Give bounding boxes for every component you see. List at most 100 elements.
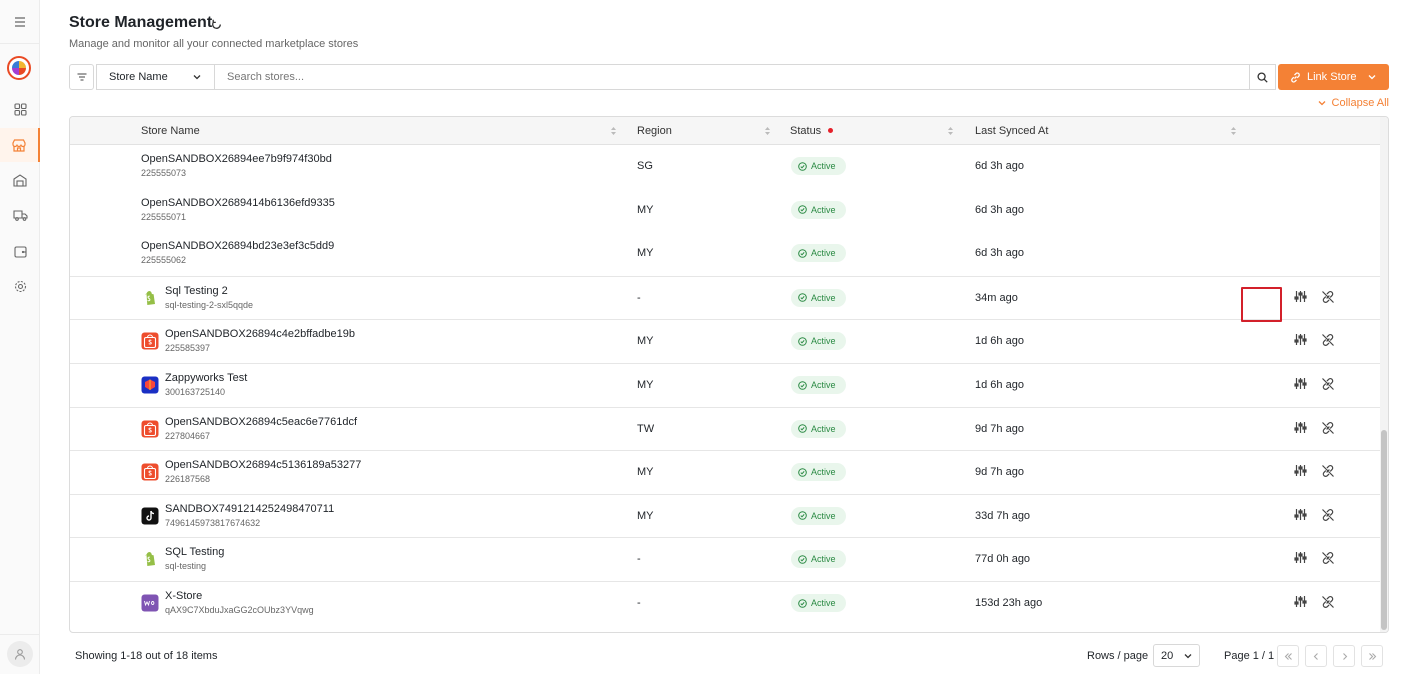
last-synced: 33d 7h ago: [975, 509, 1031, 522]
table-row[interactable]: OpenSANDBOX26894ee7b9f974f30bd 225555073 S…: [70, 145, 1382, 189]
rows-per-page-select[interactable]: 20: [1153, 644, 1200, 667]
sidebar-item-settings[interactable]: [0, 269, 40, 303]
column-header-region[interactable]: Region: [637, 125, 672, 137]
last-page-button[interactable]: [1361, 645, 1383, 667]
chevron-down-icon: [1318, 101, 1325, 106]
unlink-icon: [1322, 290, 1334, 303]
store-region: MY: [637, 379, 654, 391]
status-badge: Active: [791, 332, 846, 351]
last-synced: 153d 23h ago: [975, 597, 1043, 609]
store-settings-button[interactable]: [1294, 290, 1307, 306]
store-id: 300163725140: [165, 387, 226, 397]
status-label: Active: [811, 292, 836, 303]
table-scrollbar[interactable]: [1380, 117, 1388, 632]
unlink-icon: [1322, 421, 1334, 434]
sort-icon[interactable]: [947, 126, 954, 136]
status-label: Active: [811, 554, 836, 565]
sidebar-item-warehouse[interactable]: [0, 163, 40, 197]
store-region: MY: [637, 466, 654, 479]
sidebar-item-stores[interactable]: [0, 128, 40, 162]
status-label: Active: [811, 380, 836, 390]
store-settings-button[interactable]: [1294, 377, 1307, 393]
table-row[interactable]: OpenSANDBOX26894bd23e3ef3c5dd9 225555062 M…: [70, 232, 1382, 276]
prev-page-button[interactable]: [1305, 645, 1327, 667]
search-icon: [1257, 71, 1268, 83]
unlink-store-button[interactable]: [1321, 290, 1335, 307]
table-row[interactable]: SANDBOX7491214252498470711 74961459738176…: [70, 493, 1382, 538]
chevron-left-icon: [1313, 652, 1318, 660]
table-row[interactable]: X-Store qAX9C7XbduJxaGG2cOUbz3YVqwg - Activ…: [70, 581, 1382, 625]
store-name: OpenSANDBOX26894c5136189a53277: [165, 459, 362, 472]
sliders-icon: [1294, 378, 1307, 389]
collapse-all-button[interactable]: Collapse All: [1317, 97, 1389, 109]
check-circle-icon: [798, 248, 807, 258]
search-field-select[interactable]: Store Name: [96, 64, 214, 90]
sidebar-item-shipping[interactable]: [0, 198, 40, 232]
store-icon: [12, 138, 26, 152]
status-badge: Active: [791, 244, 846, 263]
unlink-store-button[interactable]: [1321, 551, 1335, 568]
search-button[interactable]: [1250, 64, 1276, 90]
gear-icon: [14, 280, 26, 292]
search-input[interactable]: [214, 64, 1250, 90]
store-id: 225555073: [141, 168, 187, 178]
store-settings-button[interactable]: [1294, 464, 1307, 480]
column-header-store-name[interactable]: Store Name: [141, 125, 200, 137]
menu-toggle[interactable]: [0, 0, 39, 44]
sort-icon[interactable]: [1230, 126, 1237, 136]
store-region: -: [637, 553, 641, 566]
sort-icon[interactable]: [764, 126, 771, 136]
collapse-all-label: Collapse All: [1331, 97, 1389, 109]
store-settings-button[interactable]: [1294, 595, 1307, 611]
table-row[interactable]: OpenSANDBOX26894c4e2bffadbe19b 225585397 M…: [70, 319, 1382, 363]
scrollbar-thumb[interactable]: [1381, 430, 1387, 630]
tiktok-icon: [141, 507, 159, 525]
store-settings-button[interactable]: [1294, 333, 1307, 349]
table-row[interactable]: OpenSANDBOX26894c5136189a53277 226187568 M…: [70, 450, 1382, 494]
unlink-store-button[interactable]: [1321, 464, 1335, 481]
first-page-button[interactable]: [1277, 645, 1299, 667]
unlink-icon: [1322, 596, 1334, 608]
filter-button[interactable]: [69, 64, 94, 90]
user-avatar[interactable]: [7, 641, 33, 667]
refresh-button[interactable]: [211, 17, 222, 35]
table-row[interactable]: OpenSANDBOX26894c5eac6e7761dcf 227804667 T…: [70, 406, 1382, 451]
wallet-icon: [13, 245, 27, 258]
status-badge: Active: [791, 506, 846, 525]
store-settings-button[interactable]: [1294, 551, 1307, 567]
store-region: MY: [637, 203, 654, 216]
store-name: Sql Testing 2: [165, 284, 228, 297]
sidebar-item-dashboard[interactable]: [0, 92, 40, 126]
unlink-store-button[interactable]: [1321, 508, 1335, 525]
column-header-status[interactable]: Status: [790, 125, 821, 137]
sliders-icon: [1294, 334, 1307, 346]
shopee-icon: [141, 420, 159, 438]
table-row[interactable]: SQL Testing sql-testing - Active 77d 0h ago: [70, 537, 1382, 581]
last-synced: 9d 7h ago: [975, 422, 1024, 435]
store-settings-button[interactable]: [1294, 508, 1307, 524]
column-header-last-synced[interactable]: Last Synced At: [975, 125, 1048, 137]
store-name: SANDBOX7491214252498470711: [165, 502, 335, 515]
table-row[interactable]: Zappyworks Test 300163725140 MY Active 1d 6h…: [70, 363, 1382, 407]
sort-icon[interactable]: [610, 126, 617, 136]
store-settings-button[interactable]: [1294, 421, 1307, 437]
last-synced: 6d 3h ago: [975, 203, 1024, 216]
unlink-store-button[interactable]: [1321, 333, 1335, 350]
table-row[interactable]: Sql Testing 2 sql-testing-2-sxl5qqde - Acti…: [70, 275, 1382, 320]
search-field-value: Store Name: [109, 71, 168, 83]
store-region: TW: [637, 422, 655, 435]
unlink-store-button[interactable]: [1321, 595, 1335, 612]
table-row[interactable]: OpenSANDBOX2689414b6136efd9335 225555071 M…: [70, 189, 1382, 233]
unlink-store-button[interactable]: [1321, 421, 1335, 438]
user-icon: [14, 649, 26, 660]
status-label: Active: [811, 204, 836, 215]
sidebar-item-billing[interactable]: [0, 234, 40, 268]
grid-icon: [13, 102, 27, 116]
next-page-button[interactable]: [1333, 645, 1355, 667]
app-logo[interactable]: [7, 56, 31, 80]
unlink-icon: [1322, 334, 1334, 347]
unlink-store-button[interactable]: [1321, 377, 1335, 394]
sidebar-divider: [0, 634, 40, 635]
store-id: 225585397: [165, 343, 211, 354]
link-store-button[interactable]: Link Store: [1278, 64, 1389, 90]
